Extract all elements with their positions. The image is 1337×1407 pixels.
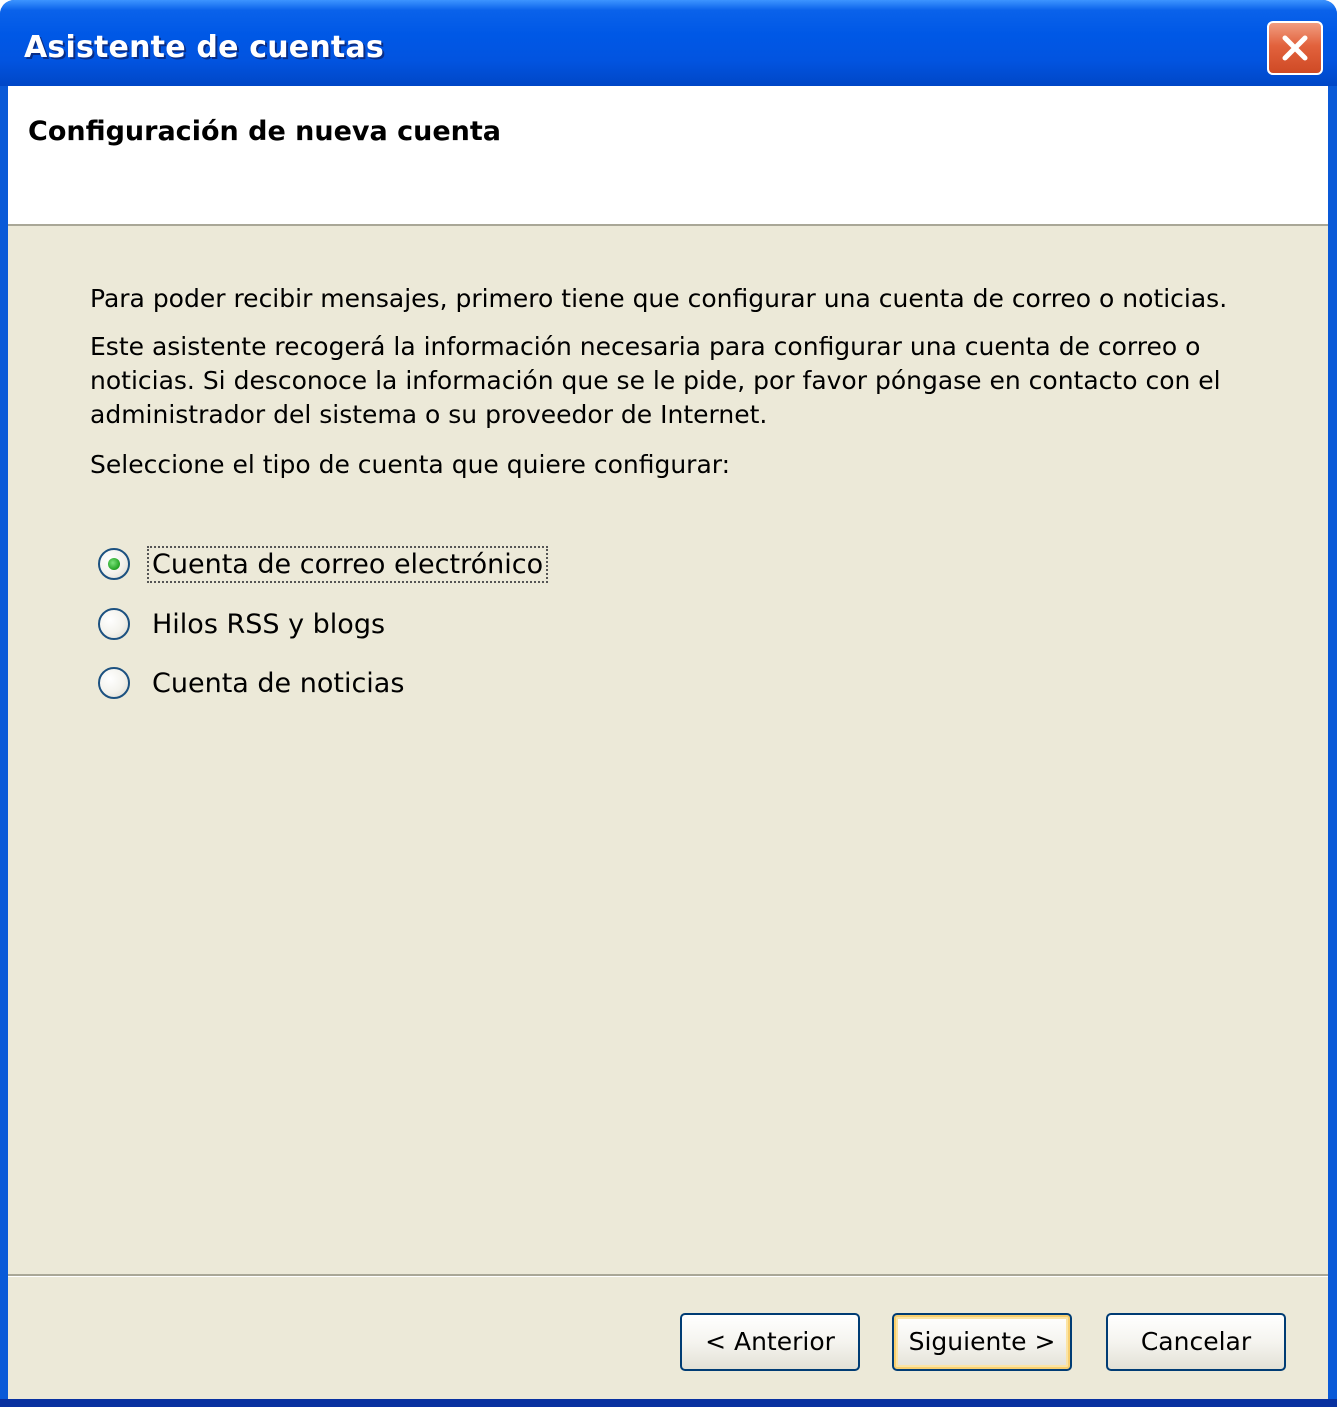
close-x-icon (1282, 35, 1308, 61)
intro-text: Para poder recibir mensajes, primero tie… (90, 284, 1228, 313)
radio-label-news[interactable]: Cuenta de noticias (148, 666, 408, 701)
cancel-button[interactable]: Cancelar (1106, 1313, 1286, 1371)
previous-button[interactable]: < Anterior (680, 1313, 860, 1371)
window-frame-bottom (0, 1399, 1337, 1407)
close-button[interactable] (1267, 21, 1323, 75)
footer-divider (8, 1274, 1328, 1277)
wizard-header: Configuración de nueva cuenta (8, 86, 1328, 226)
radio-unselected-icon[interactable] (98, 608, 130, 640)
page-title: Configuración de nueva cuenta (28, 116, 502, 147)
radio-rss-blogs[interactable]: Hilos RSS y blogs (98, 602, 389, 646)
radio-unselected-icon[interactable] (98, 667, 130, 699)
radio-label-email[interactable]: Cuenta de correo electrónico (146, 545, 549, 583)
radio-label-rss[interactable]: Hilos RSS y blogs (148, 607, 389, 642)
description-text: Este asistente recogerá la información n… (90, 332, 1221, 429)
title-bar[interactable]: Asistente de cuentas (0, 0, 1337, 86)
radio-dot-icon (108, 558, 120, 570)
dialog-body: Configuración de nueva cuenta Para poder… (8, 86, 1328, 1407)
radio-news-account[interactable]: Cuenta de noticias (98, 661, 408, 705)
window-title: Asistente de cuentas (24, 30, 384, 65)
radio-selected-icon[interactable] (98, 548, 130, 580)
radio-email-account[interactable]: Cuenta de correo electrónico (98, 542, 549, 586)
next-button[interactable]: Siguiente > (892, 1313, 1072, 1371)
account-type-prompt: Seleccione el tipo de cuenta que quiere … (90, 450, 731, 479)
dialog-window: Asistente de cuentas Configuración de nu… (0, 0, 1337, 1407)
